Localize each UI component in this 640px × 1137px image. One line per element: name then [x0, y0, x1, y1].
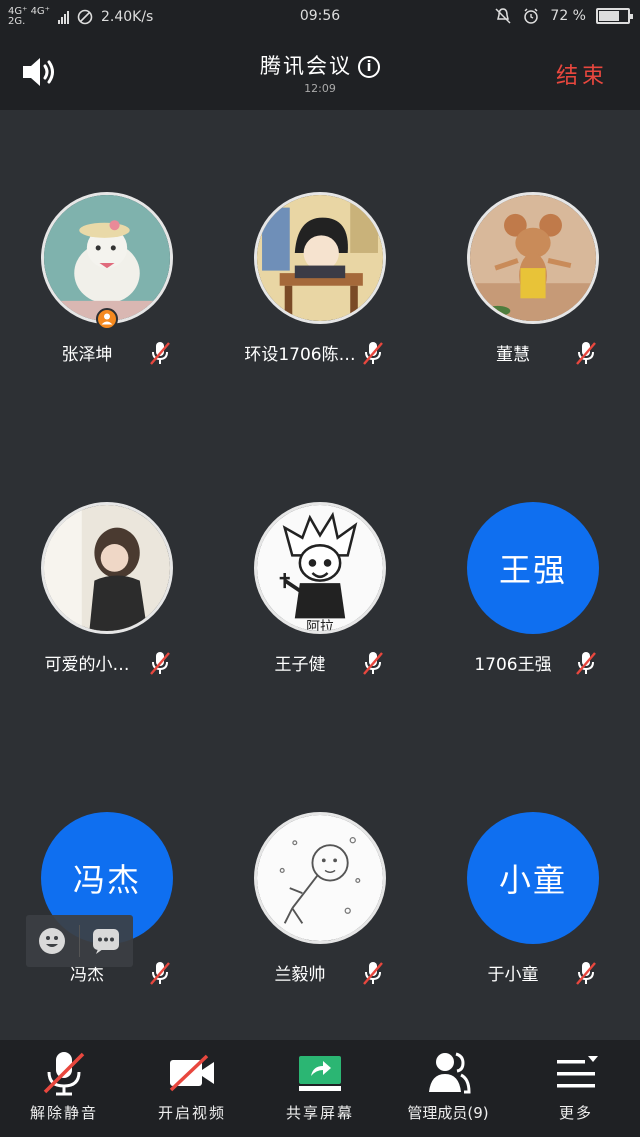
manga-character-avatar: 阿拉: [254, 502, 386, 634]
avatar-caption: 阿拉: [306, 619, 334, 631]
mic-muted-icon: [150, 342, 170, 365]
reaction-float-bar: [26, 915, 133, 967]
participant-name: 1706王强: [474, 655, 552, 675]
bottom-toolbar: 解除静音 开启视频 共享屏幕 管理成员(9) 更多: [0, 1040, 640, 1137]
mic-muted-icon: [150, 962, 170, 985]
participant-tile[interactable]: 张泽坤: [0, 110, 213, 420]
mic-muted-icon: [43, 1052, 85, 1096]
start-video-button[interactable]: 开启视频: [128, 1040, 256, 1137]
participant-name: 兰毅帅: [274, 965, 326, 985]
participant-name: 董慧: [496, 345, 530, 365]
host-badge-icon: [96, 308, 118, 330]
status-bar: 4G⁺ 4G⁺ 2G. 2.40K/s 09:56 72 %: [0, 0, 640, 34]
text-avatar: 小童: [467, 812, 599, 944]
alarm-icon: [524, 8, 539, 24]
video-off-icon: [169, 1054, 214, 1092]
participant-name-row: 1706王强: [426, 650, 639, 676]
share-screen-button[interactable]: 共享屏幕: [256, 1040, 384, 1137]
participant-tile[interactable]: 可爱的小…: [0, 420, 213, 730]
bird-hat-avatar: [41, 192, 173, 324]
anime-student-avatar: [254, 192, 386, 324]
participant-tile[interactable]: 冯杰 冯杰: [0, 730, 213, 1040]
text-avatar: 王强: [467, 502, 599, 634]
participant-tile[interactable]: 董慧: [426, 110, 639, 420]
participant-tile[interactable]: 阿拉 王子健: [213, 420, 426, 730]
mic-muted-icon: [576, 342, 596, 365]
girl-photo-avatar: [41, 502, 173, 634]
manage-members-label: 管理成员(9): [407, 1104, 489, 1122]
battery-percent: 72 %: [550, 8, 586, 24]
cartoon-mouse-avatar: [467, 192, 599, 324]
info-icon[interactable]: i: [358, 56, 380, 78]
participant-name-row: 董慧: [426, 340, 639, 366]
more-menu-icon: [557, 1056, 598, 1088]
start-video-label: 开启视频: [157, 1104, 226, 1122]
mic-muted-icon: [576, 962, 596, 985]
unmute-button[interactable]: 解除静音: [0, 1040, 128, 1137]
share-screen-icon: [299, 1056, 341, 1091]
participant-name: 可爱的小…: [44, 655, 130, 675]
share-screen-label: 共享屏幕: [285, 1104, 354, 1122]
members-icon: [429, 1052, 471, 1094]
mic-muted-icon: [576, 652, 596, 675]
participant-name-row: 环设1706陈…: [213, 340, 426, 366]
meeting-title-text: 腾讯会议: [260, 54, 352, 78]
participant-name-row: 张泽坤: [0, 340, 213, 366]
mic-muted-icon: [363, 652, 383, 675]
participant-name-row: 于小童: [426, 960, 639, 986]
end-meeting-button[interactable]: 结束: [556, 58, 608, 90]
participant-tile[interactable]: 王强 1706王强: [426, 420, 639, 730]
participant-name: 张泽坤: [61, 345, 113, 365]
participant-name: 于小童: [487, 965, 539, 985]
meeting-header: 腾讯会议 i 12:09 结束: [0, 34, 640, 110]
float-bar-divider: [79, 925, 80, 957]
participant-name-row: 王子健: [213, 650, 426, 676]
participant-tile[interactable]: 小童 于小童: [426, 730, 639, 1040]
emoji-icon[interactable]: [38, 927, 66, 955]
manage-members-button[interactable]: 管理成员(9): [384, 1040, 512, 1137]
more-label: 更多: [558, 1104, 593, 1122]
mic-muted-icon: [363, 342, 383, 365]
more-button[interactable]: 更多: [512, 1040, 640, 1137]
participant-name-row: 兰毅帅: [213, 960, 426, 986]
battery-icon: [596, 8, 633, 24]
participant-tile[interactable]: 环设1706陈…: [213, 110, 426, 420]
meeting-timer: 12:09: [304, 82, 336, 95]
participant-grid: 张泽坤 环设1706陈… 董慧 可爱的小… 阿拉 王子健 王强 1706王强 冯…: [0, 110, 640, 1040]
participant-name: 王子健: [274, 655, 326, 675]
participant-tile[interactable]: 兰毅帅: [213, 730, 426, 1040]
mic-muted-icon: [150, 652, 170, 675]
mute-bell-icon: [495, 8, 511, 24]
participant-name: 环设1706陈…: [244, 345, 356, 365]
participant-name-row: 可爱的小…: [0, 650, 213, 676]
sketch-doodle-avatar: [254, 812, 386, 944]
meeting-title[interactable]: 腾讯会议 i: [0, 50, 640, 80]
unmute-label: 解除静音: [29, 1104, 98, 1122]
mic-muted-icon: [363, 962, 383, 985]
chat-icon[interactable]: [92, 927, 120, 955]
